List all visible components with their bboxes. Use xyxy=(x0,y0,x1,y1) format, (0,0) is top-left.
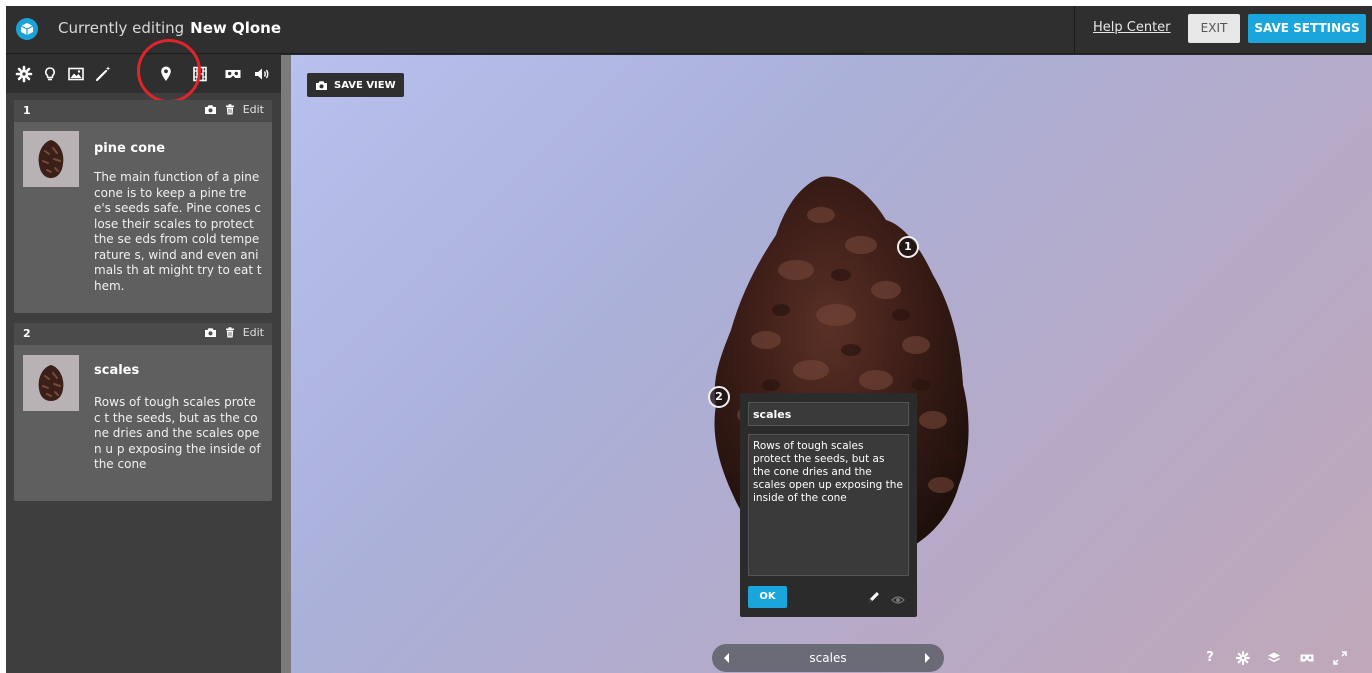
annotation-editor-popup: Rows of tough scales protect the seeds, … xyxy=(740,393,917,617)
trash-icon[interactable] xyxy=(225,327,235,338)
sound-icon[interactable] xyxy=(250,62,274,86)
annotation-thumbnail xyxy=(23,131,79,187)
annotation-navigator: scales xyxy=(712,644,944,672)
trash-icon[interactable] xyxy=(225,104,235,115)
edit-link[interactable]: Edit xyxy=(243,326,264,339)
annotation-card-header: 1 Edit xyxy=(14,100,272,122)
map-pin-icon[interactable] xyxy=(154,62,178,86)
settings-icon[interactable] xyxy=(1234,649,1252,667)
annotation-title: pine cone xyxy=(94,141,166,156)
annotation-number: 2 xyxy=(23,327,31,340)
annotation-title: scales xyxy=(94,363,140,378)
edit-link[interactable]: Edit xyxy=(243,103,264,116)
editing-title: Currently editing New Qlone xyxy=(58,19,281,37)
annotation-title-input[interactable] xyxy=(748,402,909,426)
ok-button[interactable]: OK xyxy=(748,586,787,608)
camera-icon[interactable] xyxy=(204,104,217,115)
annotations-panel: 1 Edit pine cone The main function of a … xyxy=(6,39,291,673)
app-window: Currently editing New Qlone Help Center E… xyxy=(6,6,1372,673)
annotation-number: 1 xyxy=(23,104,31,117)
annotation-card-header: 2 Edit xyxy=(14,323,272,345)
eye-icon[interactable] xyxy=(891,590,905,609)
editor-toolbar xyxy=(6,39,281,103)
model-name: New Qlone xyxy=(190,19,282,37)
magic-wand-icon[interactable] xyxy=(91,62,115,86)
help-center-link[interactable]: Help Center xyxy=(1093,20,1171,35)
layers-icon[interactable] xyxy=(1265,649,1283,667)
save-view-label: SAVE VIEW xyxy=(334,79,396,91)
current-annotation-label: scales xyxy=(809,651,847,665)
image-icon[interactable] xyxy=(64,62,88,86)
editing-prefix: Currently editing xyxy=(58,19,185,37)
film-icon[interactable] xyxy=(188,62,212,86)
hotspot-marker[interactable]: 1 xyxy=(897,236,919,258)
exit-button[interactable]: EXIT xyxy=(1188,14,1240,43)
top-bar: Currently editing New Qlone Help Center E… xyxy=(6,6,1372,54)
vr-icon[interactable] xyxy=(1298,649,1316,667)
help-icon[interactable]: ? xyxy=(1201,649,1219,667)
annotation-thumbnail xyxy=(23,355,79,411)
previous-annotation-arrow-icon[interactable] xyxy=(724,653,729,663)
3d-viewer[interactable]: SAVE VIEW 1 2 scales Rows of tough scale… xyxy=(291,55,1372,673)
annotation-description: Rows of tough scales protec t the seeds,… xyxy=(94,395,261,471)
next-annotation-arrow-icon[interactable] xyxy=(925,653,930,663)
light-bulb-icon[interactable] xyxy=(38,62,62,86)
vr-headset-icon[interactable] xyxy=(221,62,245,86)
annotation-card[interactable]: 2 Edit scales Rows of tough scales prote… xyxy=(14,323,272,501)
save-settings-button[interactable]: SAVE SETTINGS xyxy=(1248,14,1366,43)
camera-icon[interactable] xyxy=(204,327,217,338)
pencil-icon[interactable] xyxy=(867,589,881,608)
hotspot-marker[interactable]: 2 xyxy=(708,386,730,408)
fullscreen-icon[interactable] xyxy=(1331,649,1349,667)
annotation-card[interactable]: 1 Edit pine cone The main function of a … xyxy=(14,100,272,313)
app-logo-icon[interactable] xyxy=(16,18,38,40)
annotation-description: The main function of a pine cone is to k… xyxy=(94,170,262,293)
camera-icon xyxy=(316,80,327,90)
save-view-button[interactable]: SAVE VIEW xyxy=(307,73,404,97)
panel-scrollbar[interactable] xyxy=(281,55,291,673)
topbar-divider xyxy=(1074,6,1075,54)
settings-icon[interactable] xyxy=(12,62,36,86)
annotation-description-textarea[interactable]: Rows of tough scales protect the seeds, … xyxy=(748,434,909,576)
viewer-tools: ? xyxy=(1192,649,1372,669)
